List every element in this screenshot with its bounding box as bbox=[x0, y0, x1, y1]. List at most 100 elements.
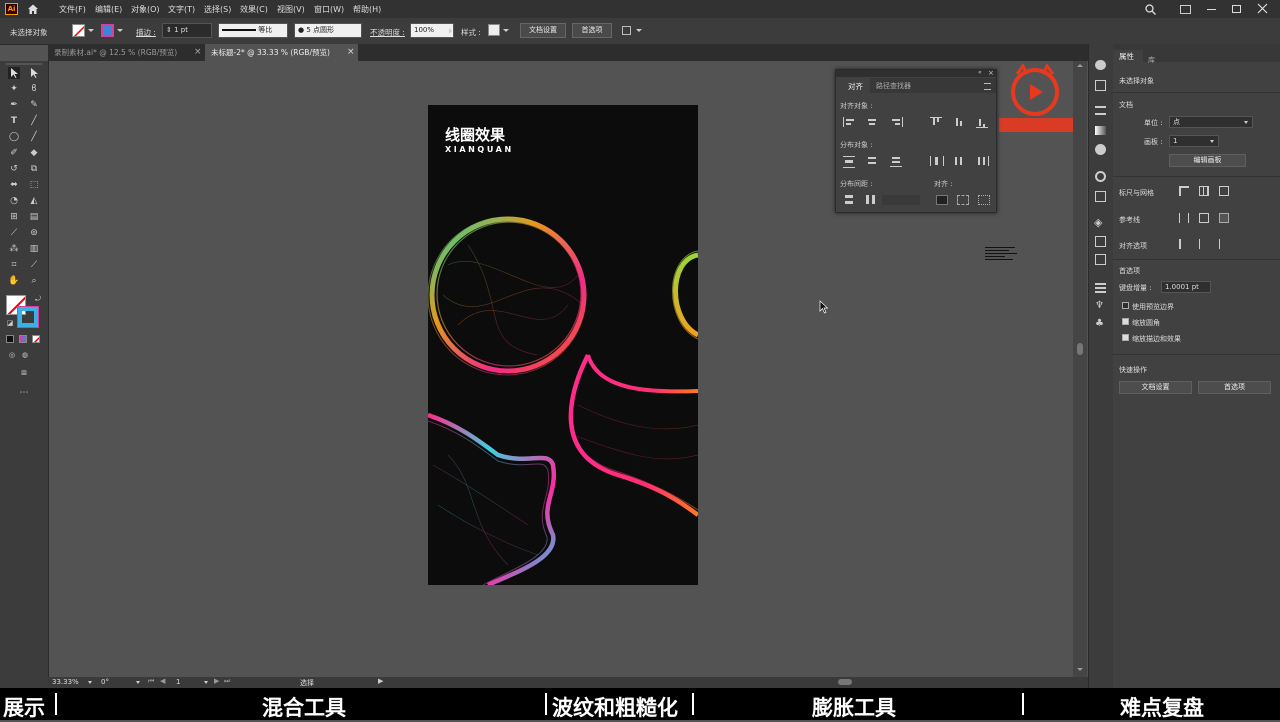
scroll-thumb[interactable] bbox=[1077, 343, 1083, 355]
chevron-down-icon[interactable] bbox=[204, 681, 208, 684]
close-icon[interactable] bbox=[1257, 3, 1268, 14]
layers-panel-icon[interactable] bbox=[1095, 106, 1106, 115]
text-object[interactable] bbox=[985, 245, 1017, 263]
transparency-icon[interactable] bbox=[1095, 126, 1106, 135]
status-menu-icon[interactable]: ▶ bbox=[378, 677, 383, 685]
eraser-tool-icon[interactable]: ◆ bbox=[28, 147, 40, 159]
lock-guides-icon[interactable] bbox=[1199, 213, 1209, 223]
distribute-vspace-icon[interactable] bbox=[843, 195, 855, 205]
align-right-icon[interactable] bbox=[890, 117, 903, 127]
ruler-icon[interactable] bbox=[1179, 186, 1189, 196]
align-hcenter-icon[interactable] bbox=[866, 117, 878, 127]
zoom-tool-icon[interactable]: ⌕ bbox=[28, 275, 40, 287]
artboard[interactable]: 线圈效果 XIANQUAN bbox=[428, 105, 698, 585]
chevron-down-icon[interactable] bbox=[636, 29, 642, 32]
chevron-down-icon[interactable] bbox=[88, 681, 92, 684]
swatches-icon[interactable] bbox=[1095, 191, 1106, 202]
scroll-down-icon[interactable] bbox=[1077, 668, 1083, 671]
artboard-number[interactable]: 1 bbox=[176, 678, 180, 686]
perspective-grid-tool-icon[interactable]: ◭ bbox=[28, 195, 40, 207]
blend-tool-icon[interactable]: ⊚ bbox=[28, 227, 40, 239]
shaper-tool-icon[interactable]: ✐ bbox=[8, 147, 20, 159]
ellipse-tool-icon[interactable]: ◯ bbox=[8, 131, 20, 143]
tab-align[interactable]: 对齐 bbox=[836, 78, 870, 93]
align-panel-header[interactable] bbox=[836, 70, 996, 77]
menu-help[interactable]: 帮助(H) bbox=[353, 4, 381, 15]
align-to-key-object-icon[interactable] bbox=[957, 195, 969, 205]
horizontal-scroll-thumb[interactable] bbox=[838, 679, 852, 685]
maximize-icon[interactable] bbox=[1232, 5, 1241, 13]
transparency-grid-icon[interactable] bbox=[1219, 186, 1229, 196]
paintbrush-tool-icon[interactable]: ╱ bbox=[28, 131, 40, 143]
more-tools-icon[interactable]: ⋯ bbox=[18, 387, 30, 399]
slice-tool-icon[interactable]: ⟋ bbox=[28, 259, 40, 271]
menu-effect[interactable]: 效果(C) bbox=[240, 4, 268, 15]
preferences-button[interactable]: 首选项 bbox=[572, 23, 612, 38]
free-transform-tool-icon[interactable]: ⬚ bbox=[28, 179, 40, 191]
align-bottom-icon[interactable] bbox=[976, 117, 988, 128]
grid-icon[interactable] bbox=[1199, 186, 1209, 196]
color-mode-icon[interactable] bbox=[6, 335, 14, 343]
tab-close-icon[interactable]: × bbox=[194, 47, 202, 57]
tools-collapse-icon[interactable] bbox=[6, 63, 42, 65]
collapse-icon[interactable]: « bbox=[978, 69, 982, 76]
app-logo[interactable]: Ai bbox=[5, 3, 18, 15]
align-left-icon[interactable] bbox=[843, 117, 856, 127]
cc-libraries-icon[interactable] bbox=[1095, 60, 1106, 70]
stroke-weight-input[interactable]: ⇕ 1 pt bbox=[162, 23, 212, 38]
first-artboard-icon[interactable]: ⏮ bbox=[148, 677, 154, 686]
hand-tool-icon[interactable]: ✋ bbox=[8, 275, 20, 287]
brush-select[interactable]: ● 5 点圆形 bbox=[294, 23, 362, 38]
tab-properties[interactable]: 属性 bbox=[1113, 50, 1143, 62]
vertical-scrollbar[interactable] bbox=[1073, 61, 1087, 677]
distribute-hspace-icon[interactable] bbox=[864, 195, 876, 205]
snap-pixel-icon[interactable] bbox=[1199, 239, 1209, 249]
column-graph-tool-icon[interactable]: ▥ bbox=[28, 243, 40, 255]
snap-point-icon[interactable] bbox=[1179, 239, 1189, 249]
layers-icon[interactable]: ◈ bbox=[1094, 216, 1106, 229]
line-tool-icon[interactable]: ╱ bbox=[28, 115, 40, 127]
gradient-tool-icon[interactable]: ▤ bbox=[28, 211, 40, 223]
magic-wand-tool-icon[interactable]: ✦ bbox=[8, 83, 20, 95]
chevron-down-icon[interactable] bbox=[117, 29, 123, 32]
direct-selection-tool-icon[interactable] bbox=[28, 67, 40, 79]
stroke-label[interactable]: 描边 : bbox=[136, 27, 156, 38]
align-to-selection-icon[interactable] bbox=[936, 195, 948, 205]
scale-strokes-checkbox[interactable] bbox=[1122, 334, 1129, 341]
distribute-top-icon[interactable] bbox=[843, 156, 855, 168]
tab-document-1[interactable]: 录制素材.ai* @ 12.5 % (RGB/预览) bbox=[48, 44, 204, 61]
screen-mode-icon[interactable]: ⧈ bbox=[18, 367, 30, 379]
workspace-switcher-icon[interactable] bbox=[1180, 5, 1191, 14]
mesh-tool-icon[interactable]: ⊞ bbox=[8, 211, 20, 223]
units-select[interactable]: 点 bbox=[1169, 116, 1253, 128]
quick-preferences-button[interactable]: 首选项 bbox=[1198, 381, 1271, 394]
curvature-tool-icon[interactable]: ✎ bbox=[28, 99, 40, 111]
menu-edit[interactable]: 编辑(E) bbox=[95, 4, 122, 15]
rotate-tool-icon[interactable]: ↺ bbox=[8, 163, 20, 175]
tab-document-2[interactable]: 未标题-2* @ 33.33 % (RGB/预览) bbox=[205, 44, 358, 61]
document-setup-button[interactable]: 文档设置 bbox=[520, 23, 566, 38]
style-swatch[interactable] bbox=[488, 24, 500, 36]
prev-artboard-icon[interactable]: ◀ bbox=[160, 677, 165, 685]
brushes-icon[interactable]: ♆ bbox=[1095, 300, 1106, 311]
symbol-sprayer-tool-icon[interactable]: ⁂ bbox=[8, 243, 20, 255]
distribute-right-icon[interactable] bbox=[976, 156, 989, 166]
distribute-left-icon[interactable] bbox=[930, 156, 944, 166]
tab-close-icon[interactable]: × bbox=[347, 47, 355, 57]
smart-guides-icon[interactable] bbox=[1219, 213, 1229, 223]
menu-view[interactable]: 视图(V) bbox=[277, 4, 305, 15]
chevron-down-icon[interactable] bbox=[503, 29, 509, 32]
home-icon[interactable] bbox=[27, 3, 39, 15]
align-top-icon[interactable] bbox=[930, 117, 942, 128]
keyboard-increment-input[interactable]: 1.0001 pt bbox=[1161, 281, 1211, 293]
swap-fill-stroke-icon[interactable]: ⤾ bbox=[32, 293, 44, 305]
menu-select[interactable]: 选择(S) bbox=[204, 4, 231, 15]
scale-tool-icon[interactable]: ⧉ bbox=[28, 163, 40, 175]
panel-menu-icon[interactable] bbox=[984, 83, 991, 90]
menu-type[interactable]: 文字(T) bbox=[168, 4, 195, 15]
stroke-profile-select[interactable]: 等比 bbox=[218, 23, 288, 38]
tab-pathfinder[interactable]: 路径查找器 bbox=[876, 81, 911, 91]
search-icon[interactable] bbox=[1145, 4, 1156, 15]
fill-swatch[interactable] bbox=[72, 24, 85, 37]
stroke-swatch[interactable] bbox=[101, 24, 114, 37]
